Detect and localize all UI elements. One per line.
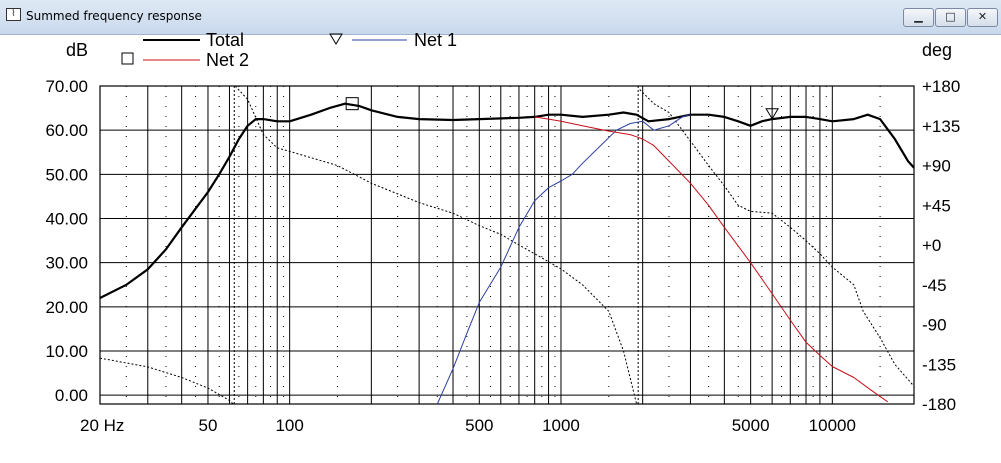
legend-triangle-icon <box>329 33 343 45</box>
y2-tick-label: -45 <box>922 276 947 295</box>
y-tick-label: 30.00 <box>45 254 88 273</box>
legend-square-icon <box>121 52 134 65</box>
series-line-total-phase <box>234 85 638 405</box>
y2-tick-label: -180 <box>922 395 956 414</box>
x-tick-label: 10000 <box>809 416 856 435</box>
x-tick-label: 500 <box>465 416 493 435</box>
x-tick-label: 50 <box>199 416 218 435</box>
series-line-total-phase <box>99 357 234 405</box>
y2-tick-label: -135 <box>922 355 956 374</box>
y2-tick-label: +0 <box>922 236 941 255</box>
grid <box>99 85 915 405</box>
y2-tick-label: +90 <box>922 157 951 176</box>
y-tick-label: 40.00 <box>45 210 88 229</box>
y-axis-label: dB <box>66 40 88 60</box>
series-line-net-1 <box>436 114 691 405</box>
x-tick-label: 1000 <box>542 416 580 435</box>
y2-tick-label: +45 <box>922 196 951 215</box>
y-tick-label: 10.00 <box>45 342 88 361</box>
legend-label: Net 2 <box>206 50 249 70</box>
y2-tick-label: +135 <box>922 117 960 136</box>
y2-tick-label: +180 <box>922 77 960 96</box>
series-line-total-phase <box>639 89 915 387</box>
plot-frame <box>99 85 915 405</box>
y2-tick-label: -90 <box>922 316 947 335</box>
series-lines <box>99 85 915 405</box>
y-tick-label: 50.00 <box>45 165 88 184</box>
x-tick-label: 100 <box>275 416 303 435</box>
legend-label: Total <box>206 30 244 50</box>
tick-labels: 70.00 60.00 50.00 40.00 30.00 20.00 10.00 0.00 +… <box>45 77 960 435</box>
y-tick-label: 0.00 <box>55 386 88 405</box>
x-tick-label: 5000 <box>732 416 770 435</box>
series-line-total <box>99 102 915 299</box>
frequency-response-chart: dB deg 70.00 60.00 50.00 40.00 30.00 20.00 10.… <box>45 30 960 435</box>
y-tick-label: 70.00 <box>45 77 88 96</box>
legend-label: Net 1 <box>414 30 457 50</box>
y-tick-label: 20.00 <box>45 298 88 317</box>
x-tick-label: 20 Hz <box>80 416 124 435</box>
y-tick-label: 60.00 <box>45 121 88 140</box>
legend: Total Net 1 Net 2 <box>121 30 457 70</box>
series-line-net-2 <box>534 116 888 403</box>
app-window: ⌇ Summed frequency response ▁ □ ✕ dB deg… <box>0 0 1001 463</box>
y2-axis-label: deg <box>922 40 952 60</box>
